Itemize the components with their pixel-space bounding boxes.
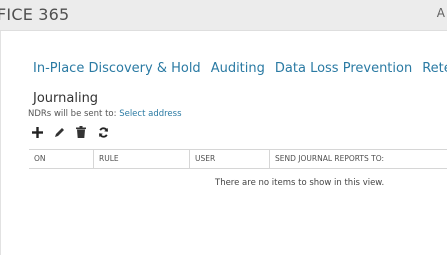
ndr-address-line: NDRs will be sent to: Select address (28, 109, 182, 119)
column-header-user[interactable]: USER (190, 150, 270, 168)
page: FICE 365 A In-Place Discovery & Hold Aud… (0, 0, 447, 255)
column-header-send-journal-reports-to[interactable]: SEND JOURNAL REPORTS TO: (270, 150, 447, 168)
app-title: FICE 365 (0, 5, 70, 24)
tab-in-place-discovery-hold[interactable]: In-Place Discovery & Hold (33, 61, 201, 76)
select-address-link[interactable]: Select address (119, 109, 181, 119)
header-right-text[interactable]: A (437, 6, 445, 20)
left-divider (0, 31, 1, 255)
toolbar (31, 124, 109, 140)
delete-icon[interactable] (75, 125, 87, 139)
top-header-bar: FICE 365 A (0, 0, 447, 31)
tab-data-loss-prevention[interactable]: Data Loss Prevention (275, 61, 412, 76)
edit-icon[interactable] (53, 125, 65, 139)
tab-auditing[interactable]: Auditing (211, 61, 265, 76)
ndr-label: NDRs will be sent to: (28, 109, 120, 119)
column-header-on[interactable]: ON (29, 150, 94, 168)
page-title: Journaling (33, 91, 99, 106)
column-header-rule[interactable]: RULE (94, 150, 190, 168)
tab-retention-policies[interactable]: Retention Pol (422, 61, 447, 76)
compliance-tabs: In-Place Discovery & Hold Auditing Data … (33, 61, 447, 76)
table-header: ON RULE USER SEND JOURNAL REPORTS TO: (29, 149, 447, 169)
add-icon[interactable] (31, 125, 43, 139)
empty-table-message: There are no items to show in this view. (215, 178, 385, 188)
refresh-icon[interactable] (97, 125, 109, 139)
